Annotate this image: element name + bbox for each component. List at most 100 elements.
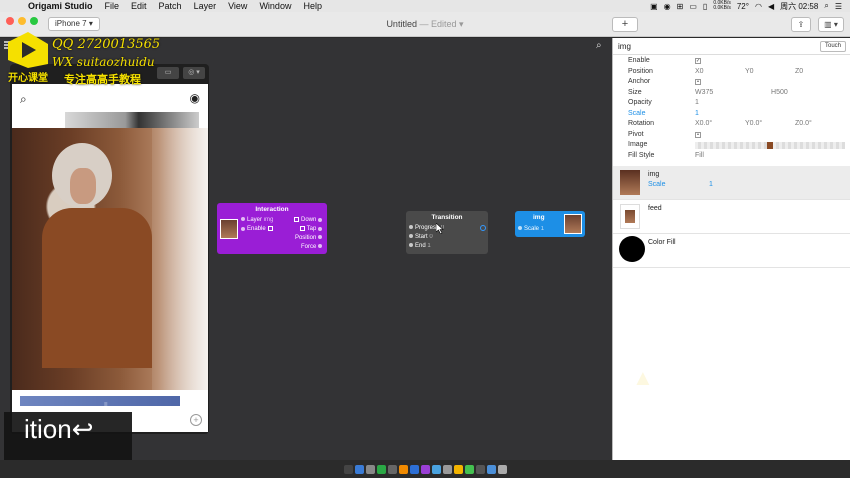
port-position[interactable]: Position [295,235,324,241]
window-titlebar: iPhone 7 ▾ Untitled — Edited ▾ + ⇪ ▥ ▾ [0,12,850,37]
prop-pivot-picker[interactable]: • [695,131,701,138]
port-down[interactable]: Down [292,217,324,223]
record-options-button[interactable]: ◎ ▾ [183,67,205,79]
dock-app-icon[interactable] [365,464,375,474]
prop-pivot[interactable]: Pivot • [627,130,850,141]
dock [0,460,850,478]
menu-help[interactable]: Help [297,1,328,11]
prop-size-w[interactable]: W375 [695,89,713,96]
doc-title-chevron-icon[interactable]: ▾ [459,19,464,29]
canvas-search-icon[interactable]: ⌕ [596,40,602,51]
prop-enable[interactable]: Enable ✓ [627,56,850,67]
watermark-slogan: 专注高高手教程 [64,74,141,86]
dock-illustrator-icon[interactable] [398,464,408,474]
dock-app-icon[interactable] [475,464,485,474]
prop-position-x[interactable]: X0 [695,68,704,75]
prop-fill-style[interactable]: Fill Style Fill [627,151,850,162]
clock[interactable]: 周六 02:58 [780,1,818,12]
phone-menu-icon[interactable]: ▯ [703,2,707,11]
enable-checkbox[interactable] [267,226,273,231]
dock-safari-icon[interactable] [354,464,364,474]
menu-window[interactable]: Window [253,1,297,11]
notification-icon[interactable]: ☰ [835,2,842,11]
record-menu-icon[interactable]: ◉ [664,2,671,11]
img-layer-patch[interactable]: img Scale 1 [515,211,585,237]
menu-app-name[interactable]: Origami Studio [22,1,99,11]
battery-menu-icon[interactable]: ▭ [689,2,697,11]
layer-item-feed[interactable]: feed [613,200,850,234]
add-patch-button[interactable]: + [612,17,638,32]
menu-patch[interactable]: Patch [153,1,188,11]
prop-size[interactable]: Size W375 H500 [627,88,850,99]
dock-app-icon[interactable] [420,464,430,474]
port-end[interactable]: End 1 [409,243,431,249]
port-scale[interactable]: Scale 1 [518,226,544,232]
dock-trash-icon[interactable] [497,464,507,474]
weather-temp[interactable]: 72° [737,2,749,11]
prop-rotation-x[interactable]: X0.0° [695,120,712,127]
port-start-value: 0 [429,234,433,240]
dock-finder-icon[interactable] [343,464,353,474]
dock-app-icon[interactable] [442,464,452,474]
port-enable[interactable]: Enable [241,226,275,232]
port-force[interactable]: Force [301,244,324,250]
prop-rotation[interactable]: Rotation X0.0° Y0.0° Z0.0° [627,119,850,130]
prop-rotation-z[interactable]: Z0.0° [795,120,812,127]
dock-app-icon[interactable] [387,464,397,474]
layout-toggle-button[interactable]: ▥ ▾ [818,17,844,32]
prop-enable-label: Enable [628,57,650,64]
menu-view[interactable]: View [222,1,253,11]
prop-image[interactable]: Image [627,140,850,151]
dock-sketch-icon[interactable] [453,464,463,474]
port-scale-label: Scale [524,226,540,232]
prop-position-y[interactable]: Y0 [745,68,754,75]
layer-scale-label: Scale [648,181,666,188]
prop-position[interactable]: Position X0 Y0 Z0 [627,67,850,78]
menu-layer[interactable]: Layer [188,1,223,11]
layer-item-img[interactable]: img Scale 1 [613,166,850,200]
port-tap[interactable]: Tap [298,226,324,232]
dock-wechat-icon[interactable] [464,464,474,474]
dock-app-icon[interactable] [431,464,441,474]
prop-fill-style-value[interactable]: Fill [695,152,704,159]
search-icon[interactable]: ⌕ [20,92,27,107]
prop-position-z-value: 0 [799,67,804,75]
interaction-patch[interactable]: Interaction Layer img Enable Down Tap Po… [217,203,327,254]
volume-icon[interactable]: ◀ [768,2,774,11]
feed-photo[interactable] [12,128,208,390]
spotlight-icon[interactable]: ⌕ [824,1,828,11]
menu-file[interactable]: File [99,1,126,11]
wifi-icon[interactable]: ◠ [755,2,762,11]
layer-name: feed [648,205,662,212]
prop-size-h[interactable]: H500 [771,89,788,96]
video-icon[interactable]: ▭ [157,67,179,79]
status-menu-icon[interactable]: ▣ [650,2,658,11]
add-icon[interactable]: + [190,414,202,426]
prop-size-label: Size [628,88,642,96]
phone-preview[interactable]: ⌕ ◉ + [12,84,208,432]
camera-icon[interactable]: ◉ [190,91,200,105]
dock-folder-icon[interactable] [486,464,496,474]
port-start[interactable]: Start 0 [409,234,433,240]
prop-scale-value[interactable]: 1 [695,110,699,117]
grid-menu-icon[interactable]: ⊞ [677,2,684,11]
touch-button[interactable]: Touch [819,41,846,52]
port-layer[interactable]: Layer img [241,217,273,223]
prop-scale[interactable]: Scale 1 [627,109,850,120]
prop-position-z[interactable]: Z0 [795,68,803,75]
prop-opacity-value[interactable]: 1 [695,99,699,106]
prop-enable-checkbox[interactable]: ✓ [695,58,701,64]
prop-opacity[interactable]: Opacity 1 [627,98,850,109]
transition-patch[interactable]: Transition Progress 0 Start 0 End 1 [406,211,488,254]
inspector-layer-name[interactable]: img [618,42,631,51]
layer-item-color-fill[interactable]: Color Fill [613,234,850,268]
dock-photoshop-icon[interactable] [409,464,419,474]
menu-edit[interactable]: Edit [125,1,153,11]
share-button[interactable]: ⇪ [791,17,811,32]
transition-output-port[interactable] [480,225,486,233]
prop-image-well[interactable] [695,142,845,149]
prop-rotation-y[interactable]: Y0.0° [745,120,762,127]
prop-anchor[interactable]: Anchor • [627,77,850,88]
prop-anchor-picker[interactable]: • [695,79,701,85]
dock-messages-icon[interactable] [376,464,386,474]
